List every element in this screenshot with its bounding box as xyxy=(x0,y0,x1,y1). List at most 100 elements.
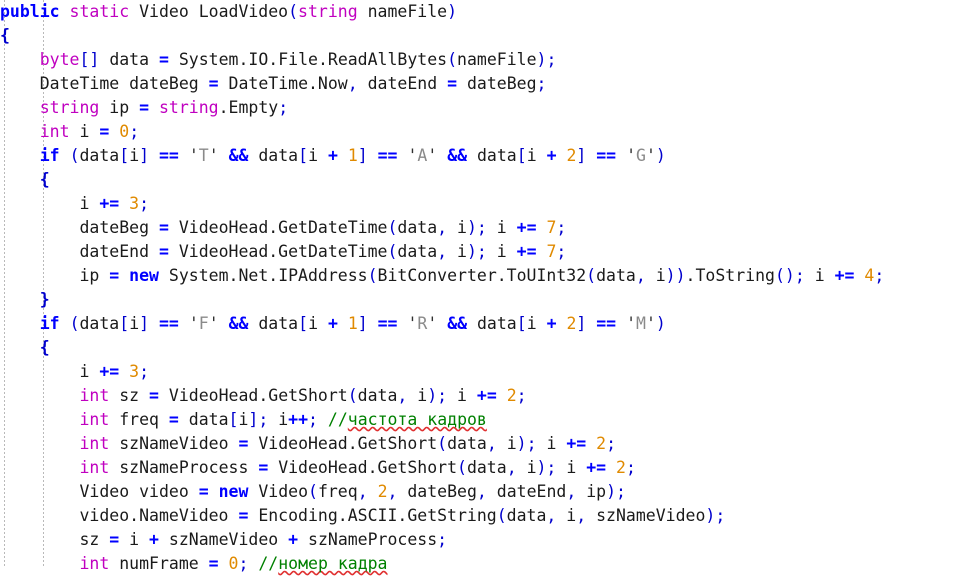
code-token-id xyxy=(0,170,40,189)
code-token-id xyxy=(467,386,477,405)
code-token-id xyxy=(487,242,497,261)
code-token-id xyxy=(358,74,368,93)
code-token-pun: ( xyxy=(367,266,378,285)
code-token-type: byte xyxy=(39,50,80,69)
code-token-chv: A xyxy=(417,146,428,165)
code-token-id xyxy=(179,146,189,165)
code-token-op: + xyxy=(288,530,299,549)
code-token-op: == xyxy=(377,146,398,165)
code-token-id: i xyxy=(417,386,428,405)
code-token-brace: { xyxy=(0,26,10,45)
code-token-id xyxy=(139,386,149,405)
code-token-op: == xyxy=(596,314,617,333)
code-token-op: = xyxy=(109,266,120,285)
code-token-id xyxy=(0,554,79,573)
code-token-pun: ] xyxy=(576,314,587,333)
code-token-id: sz xyxy=(119,386,140,405)
code-token-id xyxy=(248,434,258,453)
code-token-chq: ' xyxy=(188,146,199,165)
code-token-id xyxy=(268,410,278,429)
code-token-id xyxy=(854,266,864,285)
code-token-id xyxy=(219,554,229,573)
code-token-id xyxy=(537,434,547,453)
code-token-sp: номер кадра xyxy=(278,554,388,573)
code-token-id xyxy=(368,482,378,501)
code-token-id xyxy=(248,506,258,525)
code-token-chq: ' xyxy=(208,146,219,165)
code-token-id: dateEnd xyxy=(496,482,567,501)
code-token-id xyxy=(179,410,189,429)
code-token-id xyxy=(119,194,129,213)
code-token-id xyxy=(556,434,566,453)
code-token-pun: ; xyxy=(556,218,567,237)
code-token-id: data xyxy=(188,410,229,429)
code-token-id: VideoHead.GetShort xyxy=(258,434,438,453)
code-token-pun: ; xyxy=(556,242,567,261)
code-token-id xyxy=(0,410,79,429)
code-token-id xyxy=(586,434,596,453)
code-token-id: data xyxy=(79,314,120,333)
code-token-op: && xyxy=(447,146,468,165)
code-token-id xyxy=(89,122,99,141)
code-token-id: i xyxy=(129,146,140,165)
code-token-pun: )) xyxy=(665,266,686,285)
code-token-pun: , xyxy=(437,242,448,261)
code-token-id: Video xyxy=(79,482,130,501)
code-token-op: == xyxy=(377,314,398,333)
code-token-id xyxy=(0,506,79,525)
code-token-id xyxy=(109,458,119,477)
code-token-num: 3 xyxy=(129,362,140,381)
code-token-id xyxy=(338,146,348,165)
code-token-id: i xyxy=(457,218,467,237)
code-token-id: i xyxy=(506,434,517,453)
code-token-id: nameFile xyxy=(367,2,448,21)
code-token-op: += xyxy=(516,218,537,237)
code-token-pun: ; xyxy=(278,98,289,117)
code-token-id xyxy=(109,410,119,429)
code-token-id xyxy=(0,74,40,93)
code-token-id xyxy=(149,146,159,165)
code-token-pun: ( xyxy=(457,458,467,477)
code-editor[interactable]: public static Video LoadVideo(string nam… xyxy=(0,0,974,573)
code-token-id: szNameVideo xyxy=(119,434,229,453)
code-line: int freq = data[i]; i++; //частота кадро… xyxy=(0,408,974,432)
code-token-pun: , xyxy=(566,482,577,501)
code-token-id xyxy=(557,314,567,333)
code-token-id xyxy=(358,2,368,21)
code-token-pun: [ xyxy=(119,314,130,333)
code-line: DateTime dateBeg = DateTime.Now, dateEnd… xyxy=(0,72,974,96)
code-token-op: == xyxy=(159,314,179,333)
code-token-pun: ( xyxy=(586,266,597,285)
code-content[interactable]: public static Video LoadVideo(string nam… xyxy=(0,0,974,576)
code-token-id: DateTime xyxy=(39,74,120,93)
code-token-id: Video xyxy=(139,2,189,21)
code-token-id: szNameProcess xyxy=(308,530,438,549)
code-token-id xyxy=(109,386,119,405)
code-token-num: 2 xyxy=(616,458,626,477)
code-token-num: 2 xyxy=(596,434,607,453)
code-token-chq: ' xyxy=(427,146,438,165)
code-token-op: = xyxy=(198,482,209,501)
code-token-id: numFrame xyxy=(119,554,199,573)
code-token-id xyxy=(159,386,169,405)
code-token-pun: ] xyxy=(357,146,368,165)
code-token-id xyxy=(60,314,70,333)
code-token-pun: [] xyxy=(79,50,100,69)
code-token-op: = xyxy=(208,74,219,93)
code-token-pun: , xyxy=(546,506,557,525)
code-token-id: Encoding.ASCII.GetString xyxy=(258,506,497,525)
code-token-pun: [ xyxy=(516,146,527,165)
code-token-id: VideoHead.GetShort xyxy=(278,458,457,477)
code-token-id: dateBeg xyxy=(407,482,477,501)
code-token-id xyxy=(99,50,109,69)
code-token-pun: ); xyxy=(705,506,726,525)
code-token-id xyxy=(169,50,179,69)
code-token-id xyxy=(0,482,79,501)
code-token-id: i xyxy=(79,122,90,141)
code-token-id xyxy=(318,314,328,333)
code-token-id xyxy=(457,74,467,93)
code-token-pun: , xyxy=(476,482,487,501)
code-token-id xyxy=(219,314,229,333)
code-token-op: == xyxy=(159,146,179,165)
code-token-id: i xyxy=(496,218,507,237)
